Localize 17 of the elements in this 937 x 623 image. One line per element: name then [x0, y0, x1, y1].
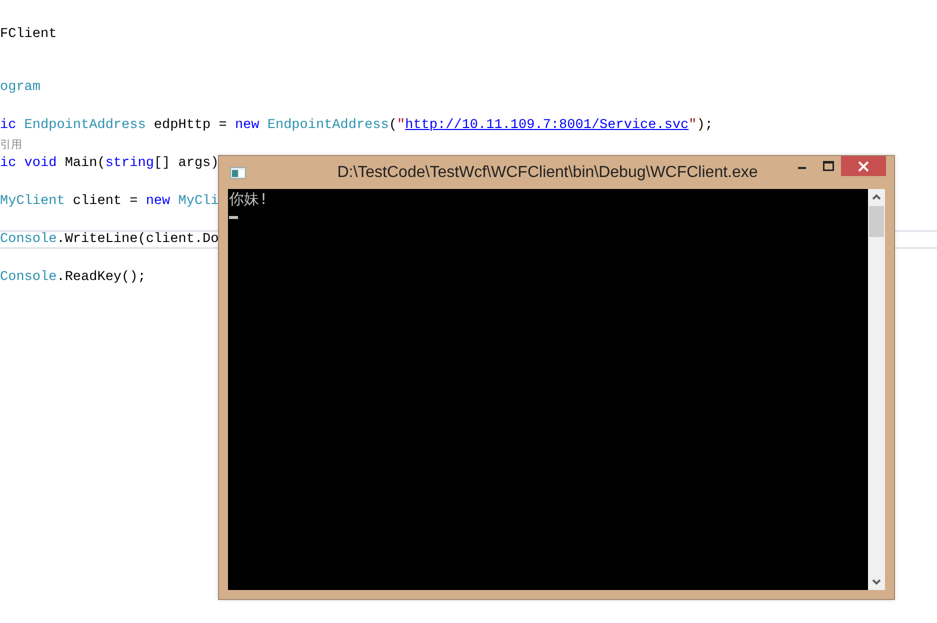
maximize-icon: [822, 161, 834, 171]
code-line: Console.ReadKey();: [0, 270, 146, 285]
console-app-icon: [230, 166, 246, 178]
code-line: MyClient client = new MyCli: [0, 194, 219, 209]
code-line: ogram: [0, 80, 41, 95]
vertical-scrollbar[interactable]: [868, 189, 885, 590]
text-cursor: [229, 216, 238, 219]
code-line: FClient: [0, 27, 57, 42]
close-button[interactable]: [841, 156, 886, 176]
scrollbar-thumb[interactable]: [869, 206, 884, 237]
code-line: Console.WriteLine(client.Do: [0, 232, 219, 247]
window-title: D:\TestCode\TestWcf\WCFClient\bin\Debug\WCFClient.exe: [336, 164, 759, 182]
code-line: ic void Main(string[] args): [0, 156, 219, 171]
reference-hint: 引用: [0, 137, 22, 152]
console-output-line: 你妹!: [229, 190, 270, 208]
code-line: ic EndpointAddress edpHttp = new EndpointAddress("http://10.11.109.7:8001/Service.svc");: [0, 118, 713, 133]
close-icon: [858, 160, 869, 172]
